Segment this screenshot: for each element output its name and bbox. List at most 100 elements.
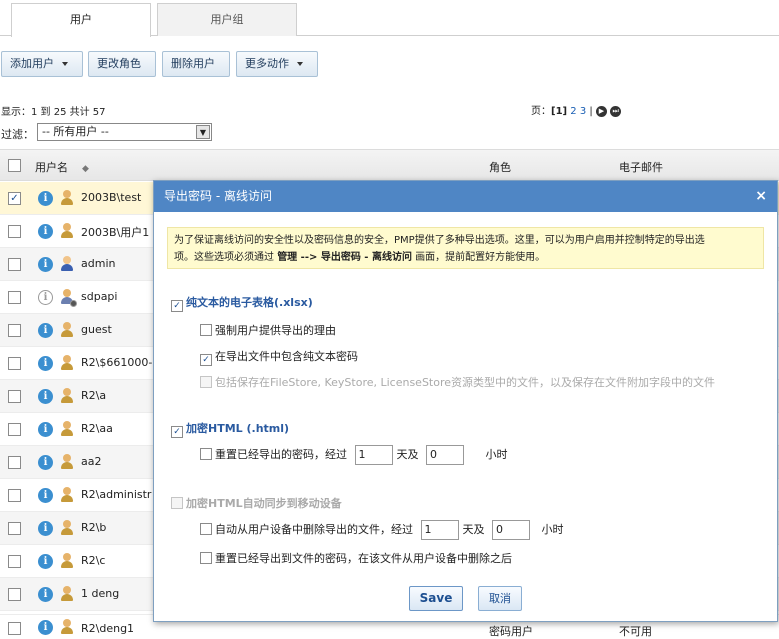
notice-path: 管理 --> 导出密码 - 离线访问 bbox=[277, 252, 412, 263]
username[interactable]: 2003B\test bbox=[81, 191, 141, 204]
info-icon[interactable]: i bbox=[38, 587, 53, 602]
row-checkbox[interactable]: ✓ bbox=[8, 192, 21, 205]
username[interactable]: aa2 bbox=[81, 455, 101, 468]
notice-box: 为了保证离线访问的安全性以及密码信息的安全，PMP提供了多种导出选项。这里，可以… bbox=[167, 227, 764, 269]
require-reason-checkbox[interactable] bbox=[200, 324, 212, 336]
row-checkbox[interactable] bbox=[8, 555, 21, 568]
sort-icon[interactable]: ◆ bbox=[82, 164, 89, 174]
row-checkbox[interactable] bbox=[8, 622, 21, 635]
info-icon[interactable]: i bbox=[38, 389, 53, 404]
username[interactable]: guest bbox=[81, 323, 112, 336]
tab-user-groups[interactable]: 用户组 bbox=[157, 3, 297, 36]
username[interactable]: R2\$661000- bbox=[81, 356, 152, 369]
export-password-dialog: 导出密码 - 离线访问 × 为了保证离线访问的安全性以及密码信息的安全，PMP提… bbox=[153, 180, 778, 622]
xlsx-checkbox[interactable]: ✓ bbox=[171, 300, 183, 312]
row-checkbox[interactable] bbox=[8, 258, 21, 271]
user-icon bbox=[60, 190, 74, 206]
days-input[interactable]: 1 bbox=[354, 445, 393, 465]
user-icon bbox=[60, 520, 74, 536]
add-user-button[interactable]: 添加用户 bbox=[1, 51, 83, 77]
row-checkbox[interactable] bbox=[8, 357, 21, 370]
tab-users[interactable]: 用户 bbox=[11, 3, 151, 37]
html-checkbox[interactable]: ✓ bbox=[171, 426, 183, 438]
row-checkbox[interactable] bbox=[8, 225, 21, 238]
option-html[interactable]: ✓ 加密HTML (.html) bbox=[171, 420, 289, 438]
username[interactable]: 2003B\用户1 bbox=[81, 224, 149, 240]
column-header-username[interactable]: 用户名 ◆ bbox=[35, 159, 89, 175]
next-page-icon[interactable]: ▶ bbox=[595, 105, 607, 117]
change-role-button[interactable]: 更改角色 bbox=[88, 51, 156, 77]
more-actions-button[interactable]: 更多动作 bbox=[236, 51, 318, 77]
dialog-title-bar[interactable]: 导出密码 - 离线访问 × bbox=[154, 181, 777, 212]
username[interactable]: R2\c bbox=[81, 554, 105, 567]
user-icon bbox=[60, 619, 74, 635]
row-checkbox[interactable] bbox=[8, 423, 21, 436]
row-checkbox[interactable] bbox=[8, 489, 21, 502]
service-user-icon bbox=[60, 289, 77, 307]
username[interactable]: R2\aa bbox=[81, 422, 113, 435]
row-checkbox[interactable] bbox=[8, 390, 21, 403]
row-checkbox[interactable] bbox=[8, 522, 21, 535]
username[interactable]: sdpapi bbox=[81, 290, 117, 303]
info-icon[interactable]: i bbox=[38, 191, 53, 206]
pagination: 页：[1] 2 3 | ▶ ⏭ bbox=[531, 102, 622, 117]
row-checkbox[interactable] bbox=[8, 324, 21, 337]
info-icon[interactable]: i bbox=[38, 488, 53, 503]
option-include-files: 包括保存在FileStore, KeyStore, LicenseStore资源… bbox=[200, 374, 715, 390]
info-icon[interactable]: i bbox=[38, 290, 53, 305]
days-unit: 天及 bbox=[462, 523, 485, 536]
username[interactable]: R2\b bbox=[81, 521, 106, 534]
username[interactable]: admin bbox=[81, 257, 115, 270]
cancel-button[interactable]: 取消 bbox=[478, 586, 522, 611]
info-icon[interactable]: i bbox=[38, 323, 53, 338]
info-icon[interactable]: i bbox=[38, 257, 53, 272]
page-link-3[interactable]: 3 bbox=[580, 106, 586, 117]
include-plaintext-checkbox[interactable]: ✓ bbox=[200, 354, 212, 366]
column-header-email[interactable]: 电子邮件 bbox=[619, 159, 663, 175]
option-reset-exported[interactable]: 重置已经导出的密码，经过 1 天及 0 小时 bbox=[200, 445, 508, 465]
option-reset-after-delete[interactable]: 重置已经导出到文件的密码，在该文件从用户设备中删除之后 bbox=[200, 550, 512, 566]
option-include-plaintext[interactable]: ✓ 在导出文件中包含纯文本密码 bbox=[200, 348, 358, 366]
row-checkbox[interactable] bbox=[8, 291, 21, 304]
filter-select[interactable]: -- 所有用户 -- ▼ bbox=[37, 123, 212, 141]
user-icon bbox=[60, 322, 74, 338]
username[interactable]: R2\a bbox=[81, 389, 106, 402]
page-link-2[interactable]: 2 bbox=[570, 106, 576, 117]
username[interactable]: R2\administr bbox=[81, 488, 151, 501]
add-user-label: 添加用户 bbox=[10, 57, 54, 70]
select-all-checkbox[interactable] bbox=[8, 159, 21, 172]
username[interactable]: 1 deng bbox=[81, 587, 119, 600]
info-icon[interactable]: i bbox=[38, 455, 53, 470]
page-separator: | bbox=[589, 106, 593, 117]
delete-user-button[interactable]: 删除用户 bbox=[162, 51, 230, 77]
user-icon bbox=[60, 487, 74, 503]
auto-delete-checkbox[interactable] bbox=[200, 523, 212, 535]
hours-input[interactable]: 0 bbox=[426, 445, 464, 465]
reset-exported-checkbox[interactable] bbox=[200, 448, 212, 460]
info-icon[interactable]: i bbox=[38, 554, 53, 569]
info-icon[interactable]: i bbox=[38, 224, 53, 239]
row-checkbox[interactable] bbox=[8, 456, 21, 469]
include-plaintext-label: 在导出文件中包含纯文本密码 bbox=[215, 350, 358, 363]
close-icon[interactable]: × bbox=[755, 181, 767, 212]
option-auto-delete[interactable]: 自动从用户设备中删除导出的文件，经过 1 天及 0 小时 bbox=[200, 520, 564, 540]
hours-unit: 小时 bbox=[485, 448, 508, 461]
info-icon[interactable]: i bbox=[38, 356, 53, 371]
info-icon[interactable]: i bbox=[38, 521, 53, 536]
option-mobile-sync: 加密HTML自动同步到移动设备 bbox=[171, 495, 342, 511]
include-files-label: 包括保存在FileStore, KeyStore, LicenseStore资源… bbox=[215, 376, 716, 389]
row-checkbox[interactable] bbox=[8, 588, 21, 601]
info-icon[interactable]: i bbox=[38, 422, 53, 437]
table-header: 用户名 ◆ 角色 电子邮件 bbox=[0, 149, 779, 181]
save-button[interactable]: Save bbox=[409, 586, 463, 611]
option-xlsx[interactable]: ✓ 纯文本的电子表格(.xlsx) bbox=[171, 294, 313, 312]
hours-input[interactable]: 0 bbox=[492, 520, 530, 540]
option-require-reason[interactable]: 强制用户提供导出的理由 bbox=[200, 322, 336, 338]
reset-after-delete-checkbox[interactable] bbox=[200, 552, 212, 564]
chevron-down-icon[interactable]: ▼ bbox=[196, 125, 210, 139]
last-page-icon[interactable]: ⏭ bbox=[610, 105, 622, 117]
username[interactable]: R2\deng1 bbox=[81, 622, 134, 635]
days-input[interactable]: 1 bbox=[420, 520, 459, 540]
info-icon[interactable]: i bbox=[38, 620, 53, 635]
column-header-role[interactable]: 角色 bbox=[489, 159, 511, 175]
